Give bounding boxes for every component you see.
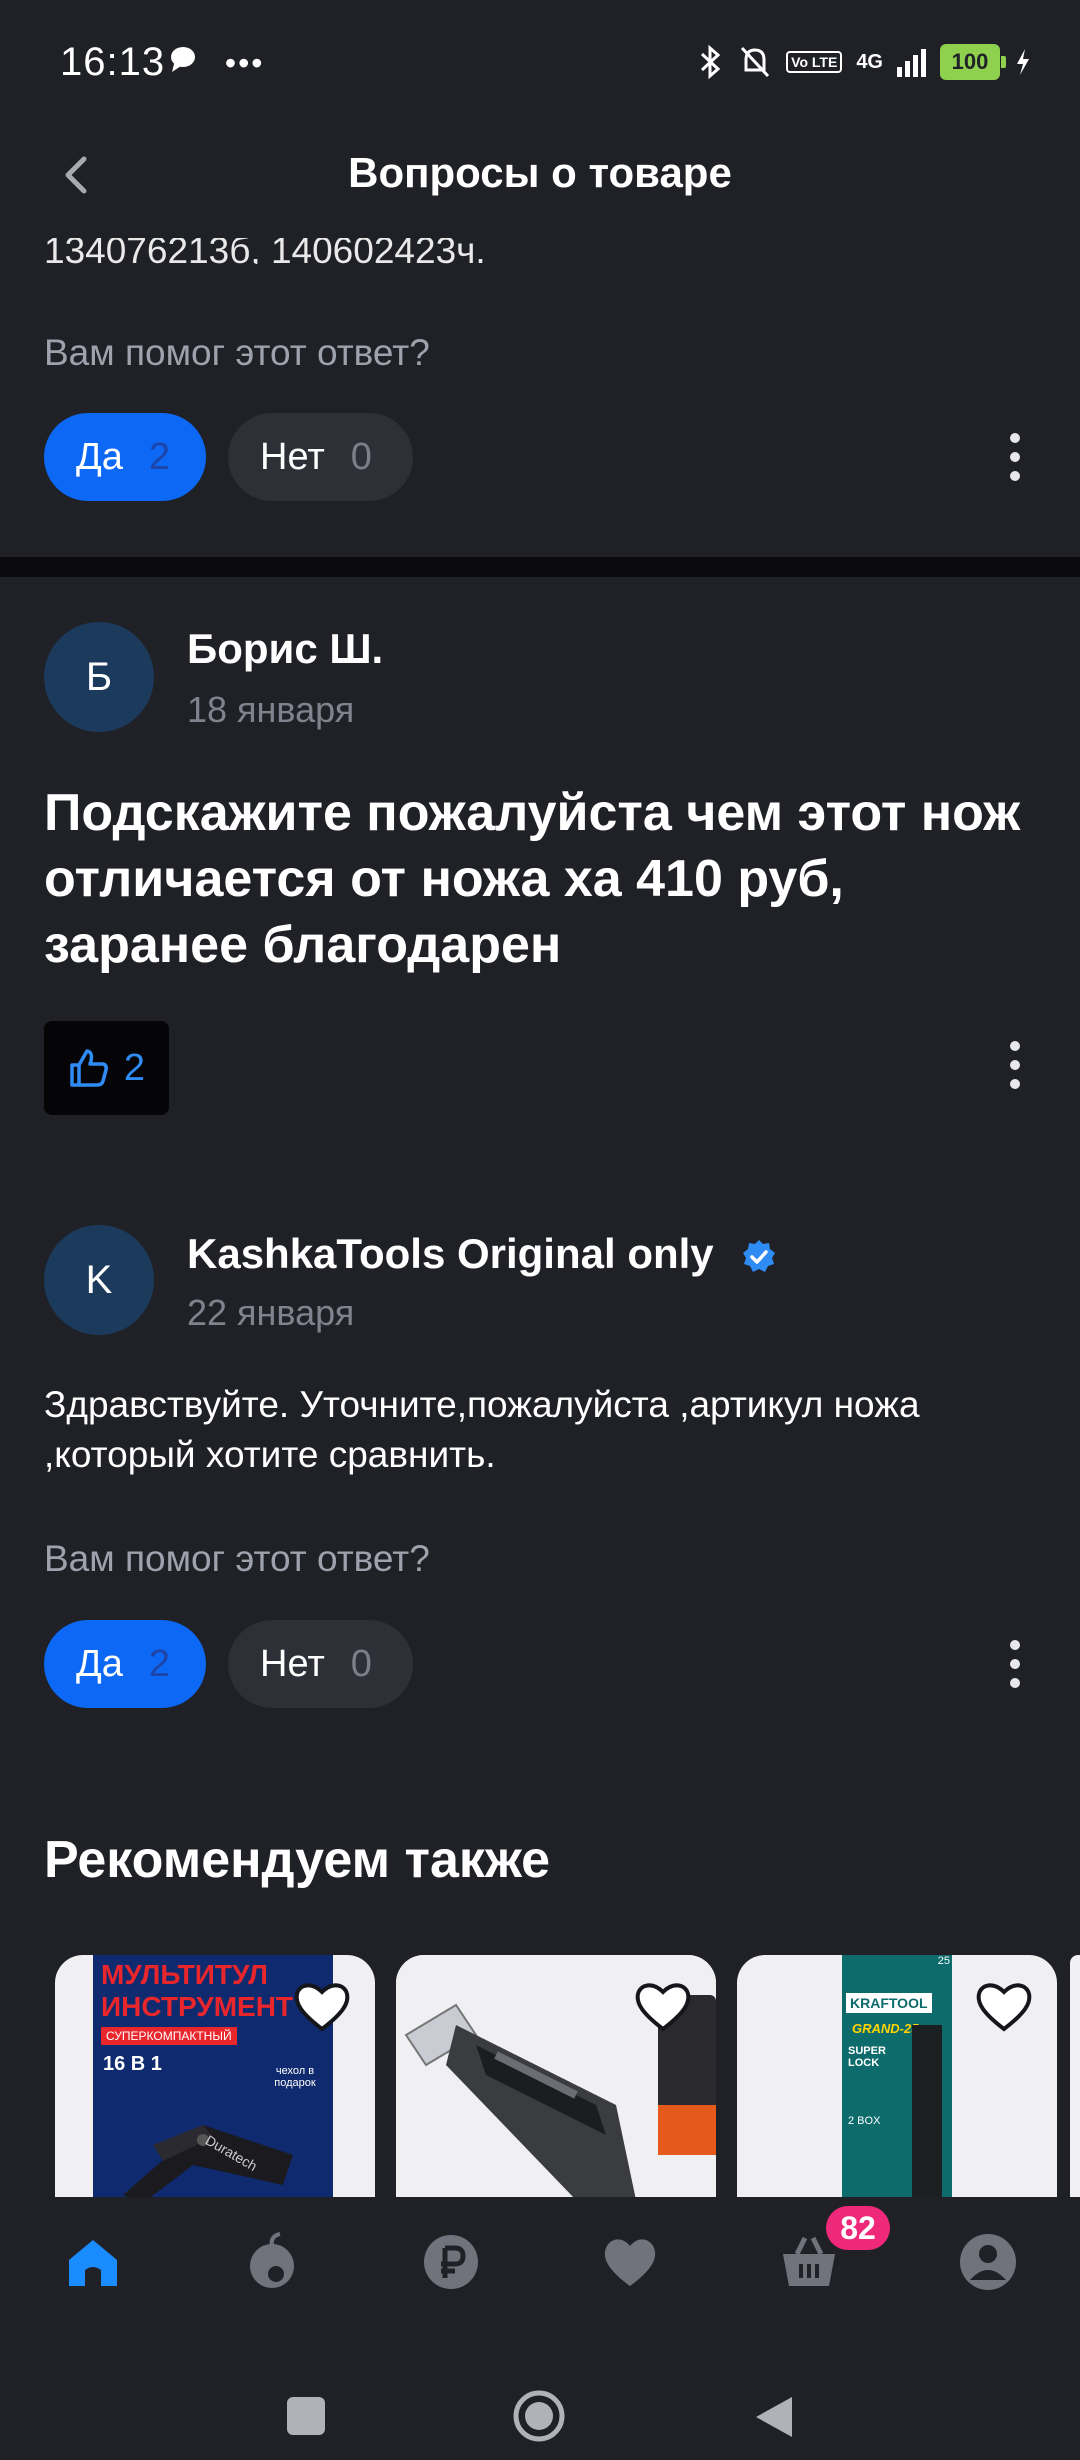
no-label: Нет — [260, 435, 325, 478]
yes-count: 2 — [148, 435, 171, 478]
like-button[interactable]: 2 — [44, 1021, 169, 1115]
answer-date: 22 января — [187, 1292, 355, 1333]
product-box: 2 BOX — [848, 2115, 881, 2127]
header: Вопросы о товаре — [0, 125, 1080, 225]
helpful-no-button[interactable]: Нет 0 — [228, 413, 413, 501]
profile-icon — [960, 2234, 1016, 2290]
status-right-icons: Vo LTE 4G 100 — [698, 40, 1032, 84]
like-count: 2 — [123, 1046, 146, 1089]
nav-catalog[interactable] — [237, 2227, 307, 2297]
yes-label: Да — [76, 435, 123, 478]
helpful-yes-button[interactable]: Да 2 — [44, 413, 206, 501]
catalog-icon — [250, 2232, 294, 2288]
bluetooth-icon — [701, 44, 721, 80]
question-date: 18 января — [187, 689, 355, 730]
helpful-prompt: Вам помог этот ответ? — [44, 332, 430, 373]
volte-icon: Vo LTE — [786, 51, 843, 73]
cut-answer-text: 134076213б, 140602423ч. — [44, 238, 486, 264]
nav-home[interactable] — [58, 2227, 128, 2297]
thumbs-up-icon — [70, 1049, 108, 1087]
mute-bell-icon — [741, 46, 770, 78]
product-badge: 16 В 1 — [103, 2053, 162, 2075]
recommended-title: Рекомендуем также — [44, 1831, 551, 1889]
product-line2: ИНСТРУМЕНТ — [101, 1991, 294, 2022]
signal-icon — [897, 47, 926, 77]
home-icon — [69, 2240, 117, 2286]
yes-count: 2 — [148, 1642, 171, 1685]
status-bar: 16:13 ••• Vo LTE 4G 100 — [0, 0, 1080, 125]
product-model: GRAND-25 — [852, 2021, 919, 2036]
home-button[interactable] — [511, 2388, 567, 2444]
product-card[interactable]: KRAFTOOL GRAND-25 SUPER LOCK 2 BOX 25 — [737, 1955, 1057, 2200]
more-dots-icon: ••• — [224, 45, 265, 81]
network-type: 4G — [856, 50, 883, 73]
avatar: Б — [44, 622, 154, 732]
helpful-no-button[interactable]: Нет 0 — [228, 1620, 413, 1708]
page-title: Вопросы о товаре — [348, 149, 732, 196]
answer-author-label: KashkaTools Original only — [187, 1230, 714, 1277]
no-count: 0 — [350, 435, 372, 478]
knife-handle — [912, 2025, 942, 2200]
no-label: Нет — [260, 1642, 325, 1685]
payment-icon — [424, 2235, 478, 2289]
more-options-icon[interactable] — [995, 1030, 1035, 1100]
more-options-icon[interactable] — [995, 1629, 1035, 1699]
product-lock: SUPER LOCK — [848, 2045, 886, 2069]
status-notification-icons: ••• — [168, 44, 265, 82]
section-divider — [0, 557, 1080, 577]
product-tag: СУПЕРКОМПАКТНЫЙ — [101, 2027, 237, 2045]
battery-icon: 100 — [940, 44, 1006, 80]
verified-icon — [743, 1239, 776, 1272]
question-text: Подскажите пожалуйста чем этот нож отлич… — [44, 784, 1021, 974]
heart-icon[interactable] — [291, 1975, 353, 2037]
bottom-nav — [0, 2197, 1080, 2333]
chat-bubble-icon — [171, 47, 195, 72]
system-nav-bar — [0, 2333, 1080, 2460]
helpful-yes-button[interactable]: Да 2 — [44, 1620, 206, 1708]
question-author-name: Борис Ш. — [187, 625, 384, 672]
product-number: 25 — [937, 1955, 950, 1967]
product-card-partial[interactable] — [1070, 1955, 1080, 2200]
heart-icon[interactable] — [632, 1975, 694, 2037]
charging-icon — [1017, 49, 1029, 75]
helpful-prompt: Вам помог этот ответ? — [44, 1538, 430, 1579]
favorites-icon — [604, 2239, 656, 2286]
nav-favorites[interactable] — [595, 2227, 665, 2297]
recent-apps-button[interactable] — [287, 2397, 325, 2435]
product-image: KRAFTOOL GRAND-25 SUPER LOCK 2 BOX 25 — [842, 1955, 952, 2200]
nav-profile[interactable] — [953, 2227, 1023, 2297]
product-brand: KRAFTOOL — [846, 1993, 932, 2013]
nav-payment[interactable] — [416, 2227, 486, 2297]
avatar: K — [44, 1225, 154, 1335]
answer-text: Здравствуйте. Уточните,пожалуйста ,артик… — [44, 1384, 920, 1475]
no-count: 0 — [350, 1642, 372, 1685]
product-line1: МУЛЬТИТУЛ — [101, 1959, 268, 1990]
heart-icon[interactable] — [973, 1975, 1035, 2037]
product-card[interactable]: МУЛЬТИТУЛ ИНСТРУМЕНТ СУПЕРКОМПАКТНЫЙ 16 … — [55, 1955, 375, 2200]
answer-author-name: KashkaTools Original only — [187, 1230, 777, 1278]
back-button[interactable] — [752, 2393, 796, 2441]
cart-badge: 82 — [826, 2206, 890, 2250]
more-options-icon[interactable] — [995, 422, 1035, 492]
yes-label: Да — [76, 1642, 123, 1685]
product-card[interactable] — [396, 1955, 716, 2200]
status-time: 16:13 — [60, 40, 166, 84]
